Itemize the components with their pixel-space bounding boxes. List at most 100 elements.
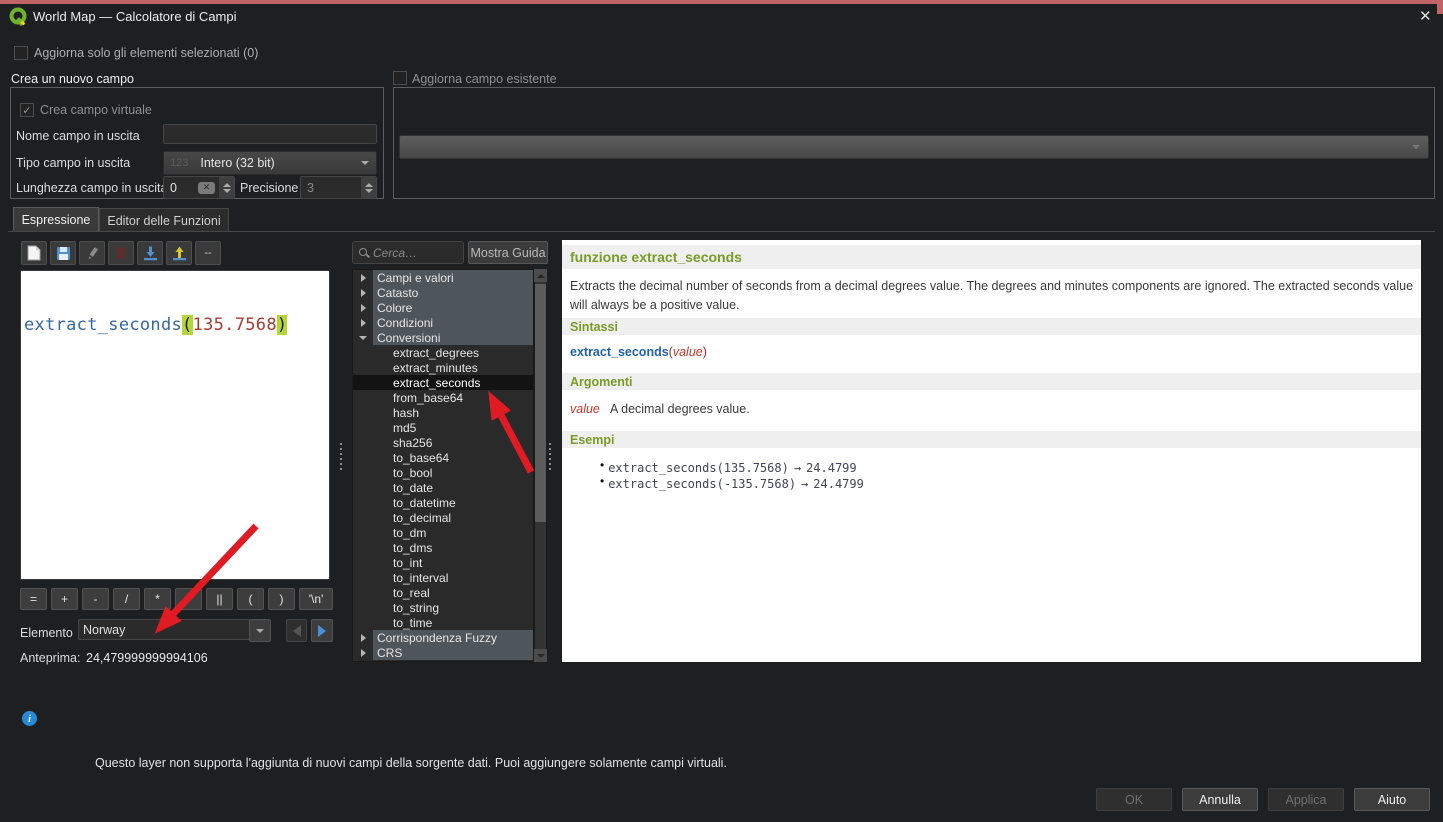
field-name-label: Nome campo in uscita	[16, 129, 140, 143]
function-search-box[interactable]	[352, 241, 464, 264]
expression-number-token: 135.7568	[192, 315, 277, 335]
tree-item-to-dms[interactable]: to_dms	[353, 540, 533, 555]
delete-expression-button[interactable]	[108, 241, 134, 265]
export-expression-button[interactable]	[166, 241, 192, 265]
tree-item-to-bool[interactable]: to_bool	[353, 465, 533, 480]
expander-collapsed-icon	[360, 318, 366, 327]
tree-category-conversioni[interactable]: Conversioni	[353, 330, 533, 345]
tree-item-to-dm[interactable]: to_dm	[353, 525, 533, 540]
import-expression-button[interactable]	[137, 241, 163, 265]
expander-collapsed-icon	[360, 633, 366, 642]
function-tree: Campi e valori Catasto Colore Condizioni…	[352, 269, 534, 662]
expression-editor[interactable]: extract_seconds(135.7568)	[20, 270, 330, 580]
operator-minus-button[interactable]: -	[82, 588, 109, 610]
save-expression-button[interactable]	[50, 241, 76, 265]
help-button[interactable]: Aiuto	[1354, 788, 1430, 811]
background-window-corner	[1437, 0, 1443, 14]
separator-button[interactable]: --	[195, 241, 221, 265]
expression-open-paren: (	[182, 315, 193, 335]
splitter-handle[interactable]	[549, 443, 551, 470]
tab-editor-funzioni[interactable]: Editor delle Funzioni	[99, 208, 229, 232]
tree-item-to-datetime[interactable]: to_datetime	[353, 495, 533, 510]
splitter-handle[interactable]	[340, 443, 342, 470]
operator-concat-button[interactable]: ||	[206, 588, 233, 610]
tree-item-to-date[interactable]: to_date	[353, 480, 533, 495]
import-down-arrow-icon	[143, 246, 157, 260]
tree-item-to-time[interactable]: to_time	[353, 615, 533, 630]
expression-close-paren: )	[276, 315, 288, 335]
tree-item-sha256[interactable]: sha256	[353, 435, 533, 450]
ok-button[interactable]: OK	[1096, 788, 1172, 811]
scroll-down-button[interactable]	[534, 649, 547, 662]
dropdown-arrow-icon	[361, 161, 369, 165]
expression-function-token: extract_seconds	[24, 315, 183, 335]
operator-multiply-button[interactable]: *	[144, 588, 171, 610]
operator-open-paren-button[interactable]: (	[237, 588, 264, 610]
next-arrow-icon	[318, 624, 326, 637]
update-existing-label: Aggiorna campo esistente	[412, 72, 557, 86]
bullet-icon: •	[600, 458, 605, 472]
tree-category-campi-e-valori[interactable]: Campi e valori	[353, 270, 533, 285]
tree-item-extract-minutes[interactable]: extract_minutes	[353, 360, 533, 375]
precision-spinbox[interactable]: 3	[300, 176, 377, 199]
update-existing-checkbox[interactable]	[393, 71, 407, 85]
expander-collapsed-icon	[360, 648, 366, 657]
tree-item-to-base64[interactable]: to_base64	[353, 450, 533, 465]
tree-scrollbar-thumb[interactable]	[535, 284, 546, 522]
preview-value: 24,479999999994106	[86, 651, 208, 665]
spin-down-icon	[364, 188, 373, 193]
operator-equals-button[interactable]: =	[20, 588, 47, 610]
search-input[interactable]	[369, 245, 463, 260]
tree-item-hash[interactable]: hash	[353, 405, 533, 420]
scroll-up-button[interactable]	[534, 269, 547, 282]
edit-expression-button[interactable]	[79, 241, 105, 265]
field-name-input[interactable]	[163, 124, 377, 144]
update-selected-checkbox[interactable]	[14, 46, 28, 60]
cancel-button[interactable]: Annulla	[1182, 788, 1258, 811]
field-length-spinbox[interactable]: 0 ✕	[163, 176, 235, 199]
tree-item-to-string[interactable]: to_string	[353, 600, 533, 615]
virtual-field-checkbox[interactable]: ✓	[20, 103, 34, 117]
existing-field-combo[interactable]	[399, 135, 1429, 159]
new-expression-button[interactable]	[21, 241, 47, 265]
clear-value-icon[interactable]: ✕	[198, 181, 215, 194]
tree-item-md5[interactable]: md5	[353, 420, 533, 435]
tree-category-crs[interactable]: CRS	[353, 645, 533, 660]
operator-power-button[interactable]: ^	[175, 588, 202, 610]
operator-close-paren-button[interactable]: )	[268, 588, 295, 610]
field-length-value: 0	[170, 180, 177, 195]
spin-up-icon	[222, 182, 231, 187]
spinner-buttons[interactable]	[218, 177, 234, 198]
tree-item-extract-seconds[interactable]: extract_seconds	[353, 375, 533, 390]
next-feature-button[interactable]	[311, 619, 333, 642]
spinner-buttons[interactable]	[360, 177, 376, 198]
tree-category-corrispondenza-fuzzy[interactable]: Corrispondenza Fuzzy	[353, 630, 533, 645]
argument-name: value	[570, 402, 600, 416]
tree-item-to-decimal[interactable]: to_decimal	[353, 510, 533, 525]
dropdown-arrow-icon	[256, 628, 264, 633]
previous-feature-button[interactable]	[286, 619, 307, 642]
feature-label: Elemento	[20, 626, 73, 640]
expander-expanded-icon	[359, 335, 367, 340]
tree-item-extract-degrees[interactable]: extract_degrees	[353, 345, 533, 360]
operator-newline-button[interactable]: '\n'	[299, 588, 333, 610]
apply-button[interactable]: Applica	[1268, 788, 1344, 811]
operator-divide-button[interactable]: /	[113, 588, 140, 610]
tab-espressione[interactable]: Espressione	[13, 207, 99, 232]
virtual-field-label: Crea campo virtuale	[40, 103, 152, 117]
tree-item-to-int[interactable]: to_int	[353, 555, 533, 570]
show-help-button[interactable]: Mostra Guida	[468, 241, 548, 264]
tree-category-catasto[interactable]: Catasto	[353, 285, 533, 300]
help-description: Extracts the decimal number of seconds f…	[570, 279, 1414, 313]
tree-category-colore[interactable]: Colore	[353, 300, 533, 315]
expander-collapsed-icon	[360, 288, 366, 297]
tree-item-to-real[interactable]: to_real	[353, 585, 533, 600]
close-icon[interactable]: ✕	[1419, 7, 1432, 25]
tree-item-from-base64[interactable]: from_base64	[353, 390, 533, 405]
feature-combo-dropdown-button[interactable]	[249, 619, 271, 642]
tree-item-to-interval[interactable]: to_interval	[353, 570, 533, 585]
operator-plus-button[interactable]: +	[51, 588, 78, 610]
feature-combo-input[interactable]	[78, 619, 250, 640]
field-type-combo[interactable]: 123 Intero (32 bit)	[163, 151, 377, 175]
tree-category-condizioni[interactable]: Condizioni	[353, 315, 533, 330]
